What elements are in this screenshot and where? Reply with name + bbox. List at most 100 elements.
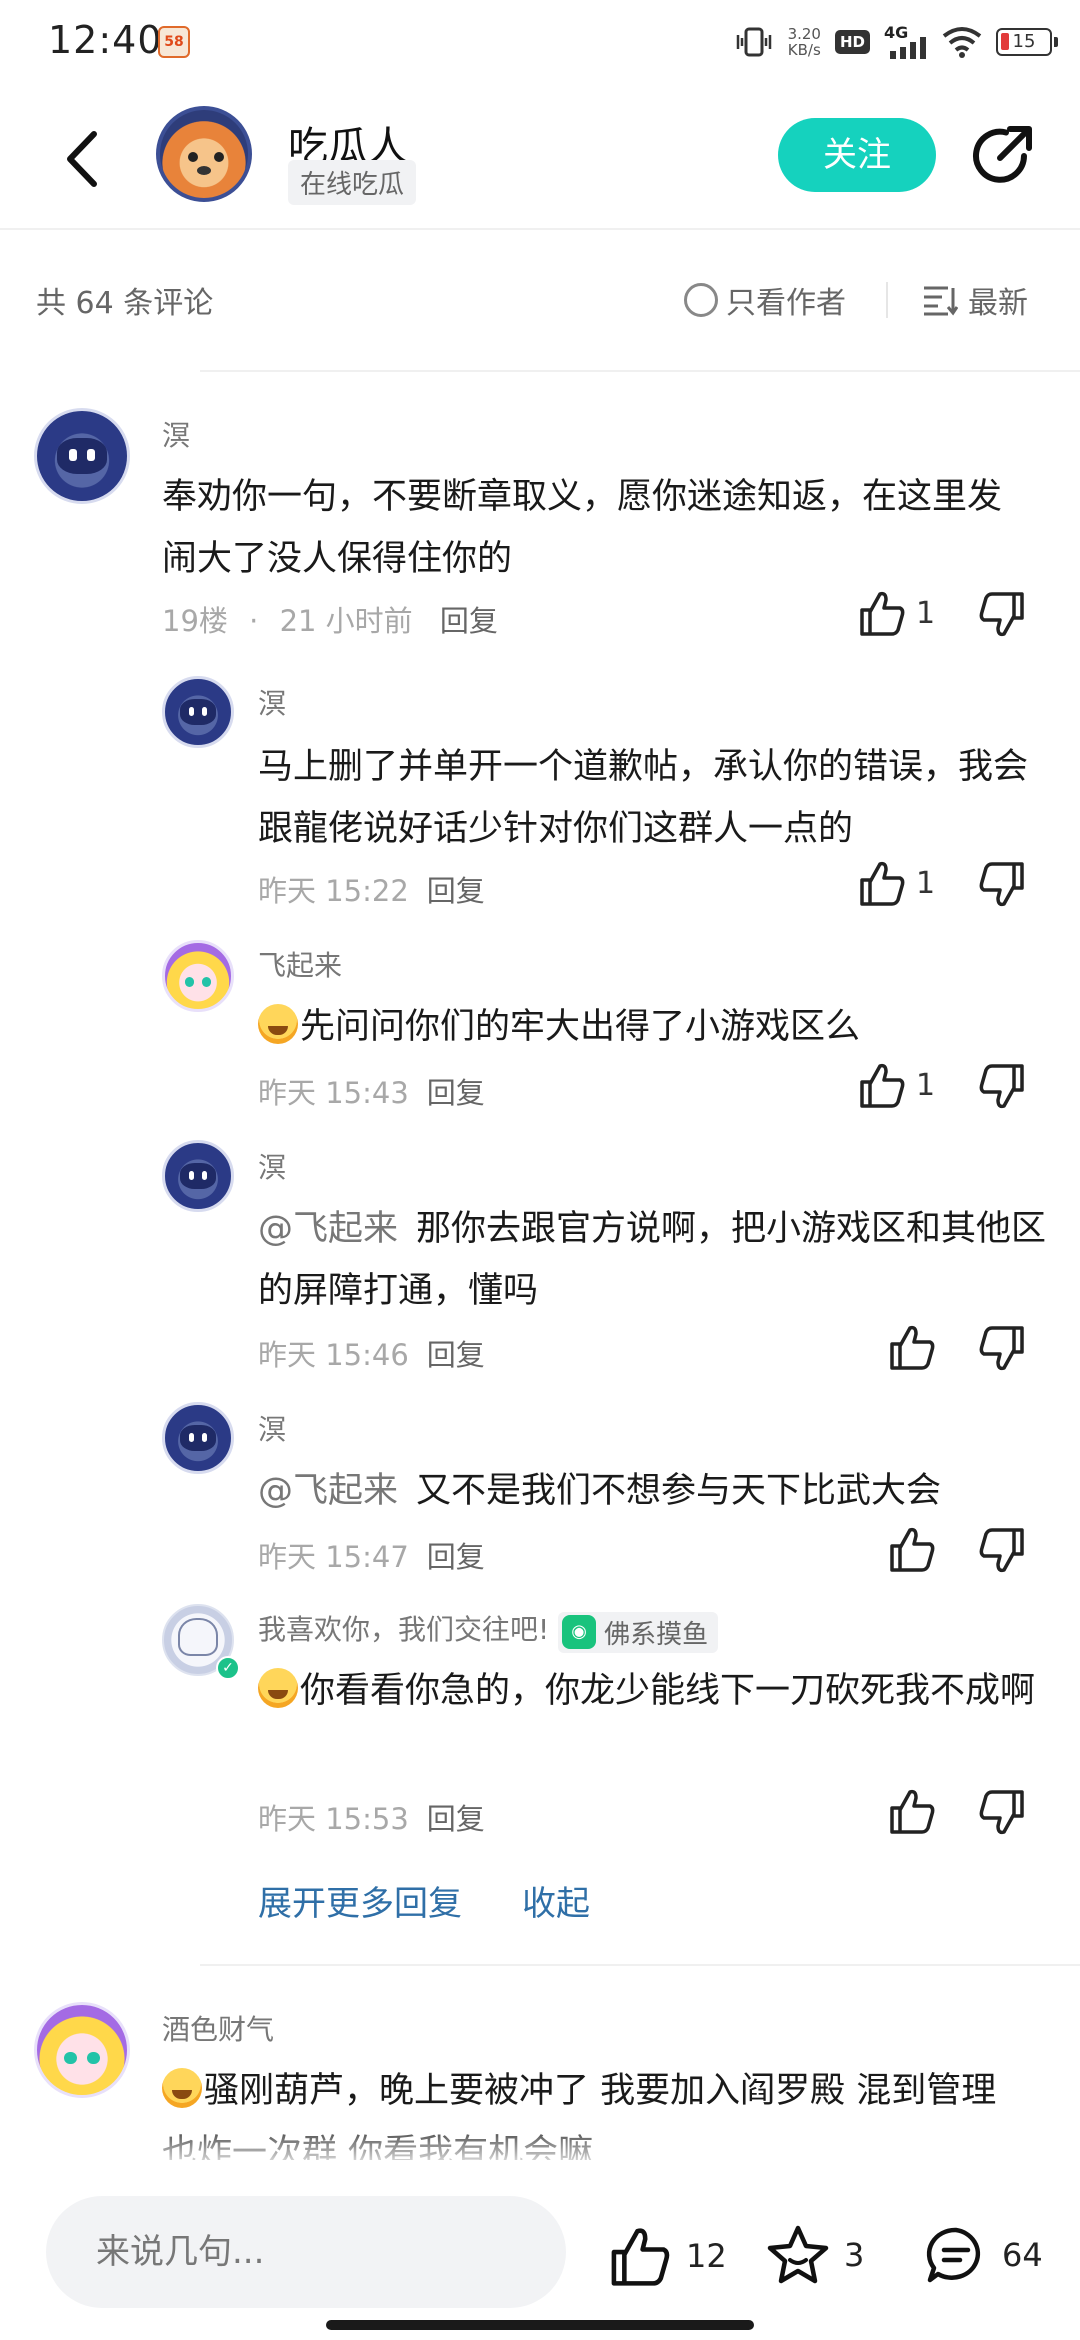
avatar[interactable] (162, 1140, 234, 1212)
post-like-button[interactable]: 12 (608, 2226, 727, 2286)
reply-text-row: @飞起来 又不是我们不想参与天下比武大会 (258, 1460, 1048, 1522)
mention-link[interactable]: @飞起来 (258, 1471, 398, 1511)
collapse-replies[interactable]: 收起 (522, 1876, 590, 1925)
like-button[interactable] (888, 1788, 936, 1834)
comment-input[interactable]: 来说几句... (46, 2196, 566, 2308)
thumb-down-icon (979, 1528, 1024, 1573)
avatar-eye (188, 152, 198, 162)
meta-dot: · (249, 604, 259, 638)
reply-text: 又不是我们不想参与天下比武大会 (416, 1471, 942, 1511)
user-tag-label: 佛系摸鱼 (604, 1619, 709, 1650)
smile-emoji-icon (162, 2068, 202, 2108)
avatar-face (179, 1424, 217, 1452)
reply-username[interactable]: 溟 (258, 1408, 286, 1448)
reply-button[interactable]: 回复 (440, 604, 498, 638)
reply-time: 昨天 15:43 (258, 1076, 409, 1110)
share-icon (973, 126, 1032, 183)
like-button[interactable] (888, 1526, 936, 1572)
divider (886, 282, 888, 318)
star-icon (767, 2225, 829, 2284)
user-tag: ◉ 佛系摸鱼 (558, 1611, 719, 1653)
avatar[interactable] (162, 676, 234, 748)
like-count: 1 (916, 1067, 936, 1103)
mention-link[interactable]: @飞起来 (258, 1209, 398, 1249)
avatar[interactable] (34, 2002, 130, 2098)
dislike-button[interactable] (978, 1528, 1026, 1574)
reply-button[interactable]: 回复 (427, 1802, 485, 1836)
thumb-up-icon (860, 591, 905, 636)
reply-button[interactable]: 回复 (427, 874, 485, 908)
comment-username[interactable]: 酒色财气 (162, 2008, 274, 2048)
share-button[interactable] (966, 120, 1038, 192)
section-divider (200, 370, 1080, 372)
avatar-eye (214, 152, 224, 162)
reply-time: 昨天 15:46 (258, 1338, 409, 1372)
comment-text: 奉劝你一句，不要断章取义，愿你迷途知返，在这里发闹大了没人保得住你的 (162, 477, 1003, 579)
sort-label: 最新 (968, 286, 1028, 321)
avatar-face (179, 1162, 217, 1190)
dislike-button[interactable] (978, 1790, 1026, 1836)
like-button[interactable]: 1 (858, 860, 935, 906)
thumb-up-icon (611, 2228, 670, 2286)
reply-time: 昨天 15:47 (258, 1540, 409, 1574)
sort-icon (924, 286, 958, 316)
reply-button[interactable]: 回复 (427, 1540, 485, 1574)
status-icons: 3.20 KB/s HD 4G 15 (734, 20, 1058, 64)
avatar[interactable] (162, 940, 234, 1012)
avatar-eye (87, 2051, 100, 2065)
comment-time: 21 小时前 (279, 604, 413, 638)
thumb-down-icon (979, 1790, 1024, 1835)
reply-username[interactable]: 我喜欢你，我们交往吧! (258, 1613, 549, 1646)
like-button[interactable] (888, 1324, 936, 1370)
avatar-eye (184, 977, 195, 987)
expand-more-replies[interactable]: 展开更多回复 (258, 1876, 462, 1925)
dislike-button[interactable] (978, 862, 1026, 908)
dislike-button[interactable] (978, 592, 1026, 638)
comment-count: 共 64 条评论 (36, 286, 214, 321)
avatar[interactable] (34, 408, 130, 504)
reply-time: 昨天 15:22 (258, 874, 409, 908)
avatar-eye (201, 1170, 208, 1180)
follow-button[interactable]: 关注 (778, 118, 936, 192)
comment-username[interactable]: 溟 (162, 414, 190, 454)
comment-meta: 19楼 · 21 小时前 回复 (162, 598, 498, 640)
back-arrow-icon (67, 131, 97, 187)
thumb-down-icon (979, 1326, 1024, 1371)
reply-username-row: 我喜欢你，我们交往吧! ◉ 佛系摸鱼 (258, 1608, 719, 1653)
bottom-bar: 来说几句... 12 3 64 (0, 2160, 1080, 2340)
signal-icon: 4G (884, 23, 928, 59)
avatar-eye (188, 706, 195, 716)
favorite-button[interactable]: 3 (766, 2224, 864, 2286)
like-button[interactable]: 1 (858, 1062, 935, 1108)
reply-text-row: 你看看你急的，你龙少能线下一刀砍死我不成啊 (258, 1660, 1048, 1722)
laugh-emoji-icon (258, 1004, 298, 1044)
avatar-hair (177, 1618, 219, 1657)
reply-meta: 昨天 15:43 回复 (258, 1070, 485, 1112)
reply-username[interactable]: 溟 (258, 1146, 286, 1186)
reply-username[interactable]: 溟 (258, 682, 286, 722)
reply-button[interactable]: 回复 (427, 1338, 485, 1372)
avatar[interactable] (162, 1402, 234, 1474)
reply-meta: 昨天 15:47 回复 (258, 1534, 485, 1576)
reply-username[interactable]: 飞起来 (258, 944, 342, 984)
avatar-eye (188, 1170, 195, 1180)
avatar-face (56, 438, 108, 474)
sort-button[interactable]: 最新 (922, 278, 1028, 322)
author-only-toggle[interactable]: 只看作者 (684, 278, 846, 322)
dislike-button[interactable] (978, 1326, 1026, 1372)
avatar-eye (69, 448, 77, 462)
net-speed-value: 3.20 (787, 25, 821, 43)
dislike-button[interactable] (978, 1064, 1026, 1110)
game-tag-icon: ◉ (562, 1615, 597, 1649)
laugh-emoji-icon (258, 1668, 298, 1708)
floor-label: 19楼 (162, 604, 228, 638)
home-indicator[interactable] (326, 2320, 754, 2330)
author-avatar[interactable] (156, 106, 252, 202)
avatar-eye (188, 1432, 195, 1442)
reply-button[interactable]: 回复 (427, 1076, 485, 1110)
avatar-eye (201, 1432, 208, 1442)
avatar-nose (197, 166, 211, 175)
back-button[interactable] (56, 124, 116, 194)
like-button[interactable]: 1 (858, 590, 935, 636)
comments-button[interactable]: 64 (924, 2224, 1043, 2286)
